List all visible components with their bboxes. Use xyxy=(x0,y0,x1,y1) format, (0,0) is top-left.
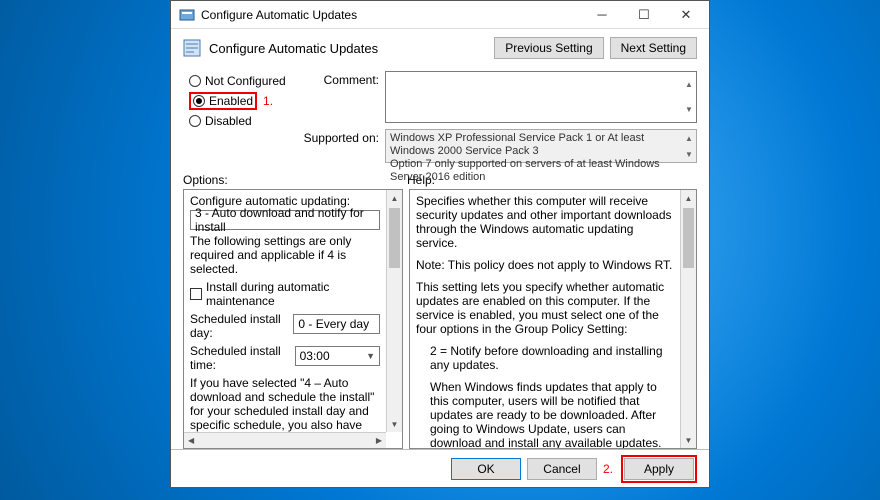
limit-note: If you have selected "4 – Auto download … xyxy=(190,376,380,432)
combo-value: 0 - Every day xyxy=(298,317,369,331)
state-radio-group: Not Configured Enabled 1. Disabled xyxy=(189,71,289,163)
ok-button[interactable]: OK xyxy=(451,458,521,480)
help-panel: Specifies whether this computer will rec… xyxy=(409,189,697,449)
radio-label: Disabled xyxy=(205,114,252,128)
combo-value: 3 - Auto download and notify for install xyxy=(195,206,375,234)
chevron-up-icon[interactable]: ▲ xyxy=(682,130,696,146)
help-paragraph: Note: This policy does not apply to Wind… xyxy=(416,258,674,272)
scroll-right-icon[interactable]: ▶ xyxy=(372,436,386,445)
configure-updating-combobox[interactable]: 3 - Auto download and notify for install xyxy=(190,210,380,230)
dialog-header: Configure Automatic Updates Previous Set… xyxy=(171,29,709,67)
radio-label: Enabled xyxy=(209,94,253,108)
supported-on-label: Supported on: xyxy=(299,129,379,163)
help-paragraph: 2 = Notify before downloading and instal… xyxy=(416,344,674,372)
maximize-button[interactable]: ☐ xyxy=(623,1,665,29)
supported-on-text: Windows XP Professional Service Pack 1 o… xyxy=(385,129,697,163)
options-note: The following settings are only required… xyxy=(190,234,380,276)
scroll-thumb[interactable] xyxy=(389,208,400,268)
gpo-dialog-window: Configure Automatic Updates ─ ☐ ✕ Config… xyxy=(170,0,710,488)
chevron-down-icon[interactable]: ▼ xyxy=(682,97,696,122)
state-and-fields: Not Configured Enabled 1. Disabled Comme… xyxy=(171,67,709,169)
help-paragraph: Specifies whether this computer will rec… xyxy=(416,194,674,250)
install-time-combobox[interactable]: 03:00 ▼ xyxy=(295,346,380,366)
options-vertical-scrollbar[interactable]: ▲ ▼ xyxy=(386,190,402,432)
radio-label: Not Configured xyxy=(205,74,286,88)
annotation-step-1: 1. xyxy=(263,94,273,108)
apply-highlight: Apply xyxy=(621,455,697,483)
combo-value: 03:00 xyxy=(300,349,330,363)
install-day-label: Scheduled install day: xyxy=(190,312,289,340)
minimize-button[interactable]: ─ xyxy=(581,1,623,29)
checkbox-label: Install during automatic maintenance xyxy=(206,280,380,308)
radio-icon xyxy=(189,115,201,127)
chevron-down-icon: ▼ xyxy=(366,351,375,361)
options-header: Options: xyxy=(183,173,397,187)
radio-icon xyxy=(189,75,201,87)
dialog-footer: OK Cancel 2. Apply xyxy=(171,449,709,487)
close-button[interactable]: ✕ xyxy=(665,1,707,29)
next-setting-button[interactable]: Next Setting xyxy=(610,37,697,59)
install-maintenance-checkbox[interactable]: Install during automatic maintenance xyxy=(190,280,380,308)
scroll-up-icon[interactable]: ▲ xyxy=(387,190,402,206)
radio-disabled[interactable]: Disabled xyxy=(189,111,289,131)
gpo-icon xyxy=(179,7,195,23)
titlebar: Configure Automatic Updates ─ ☐ ✕ xyxy=(171,1,709,29)
scroll-left-icon[interactable]: ◀ xyxy=(184,436,198,445)
scroll-down-icon[interactable]: ▼ xyxy=(681,432,696,448)
window-title: Configure Automatic Updates xyxy=(201,8,581,22)
radio-enabled[interactable]: Enabled xyxy=(189,92,257,110)
radio-not-configured[interactable]: Not Configured xyxy=(189,71,289,91)
panels-row: Configure automatic updating: 3 - Auto d… xyxy=(171,189,709,449)
chevron-down-icon[interactable]: ▼ xyxy=(682,146,696,162)
install-day-combobox[interactable]: 0 - Every day xyxy=(293,314,380,334)
previous-setting-button[interactable]: Previous Setting xyxy=(494,37,603,59)
options-horizontal-scrollbar[interactable]: ◀ ▶ xyxy=(184,432,386,448)
scroll-thumb[interactable] xyxy=(683,208,694,268)
options-panel: Configure automatic updating: 3 - Auto d… xyxy=(183,189,403,449)
radio-enabled-annotated: Enabled 1. xyxy=(189,91,289,111)
checkbox-icon xyxy=(190,288,202,300)
comment-label: Comment: xyxy=(299,71,379,123)
annotation-step-2: 2. xyxy=(603,462,613,476)
chevron-up-icon[interactable]: ▲ xyxy=(682,72,696,97)
cancel-button[interactable]: Cancel xyxy=(527,458,597,480)
policy-icon xyxy=(183,39,201,57)
help-paragraph: When Windows finds updates that apply to… xyxy=(416,380,674,448)
help-vertical-scrollbar[interactable]: ▲ ▼ xyxy=(680,190,696,448)
help-paragraph: This setting lets you specify whether au… xyxy=(416,280,674,336)
scroll-down-icon[interactable]: ▼ xyxy=(387,416,402,432)
comment-textarea[interactable]: ▲▼ xyxy=(385,71,697,123)
dialog-subtitle: Configure Automatic Updates xyxy=(209,41,494,56)
apply-button[interactable]: Apply xyxy=(624,458,694,480)
radio-icon xyxy=(193,95,205,107)
install-time-label: Scheduled install time: xyxy=(190,344,291,372)
scroll-up-icon[interactable]: ▲ xyxy=(681,190,696,206)
